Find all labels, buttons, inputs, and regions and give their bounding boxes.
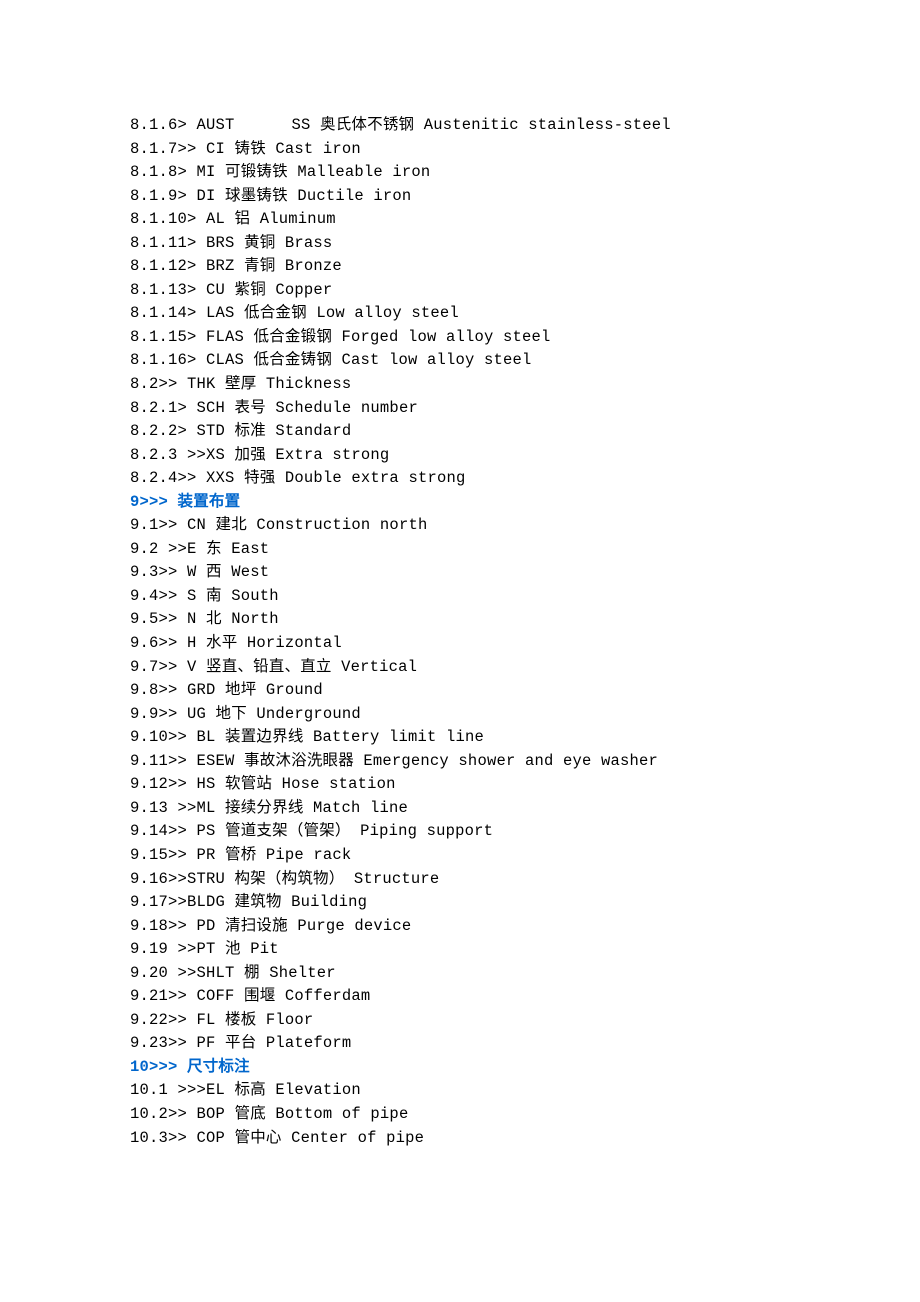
glossary-line: 9.7>> V 竖直、铅直、直立 Vertical (130, 656, 920, 680)
glossary-line: 9.6>> H 水平 Horizontal (130, 632, 920, 656)
glossary-line: 9.15>> PR 管桥 Pipe rack (130, 844, 920, 868)
glossary-line: 9.19 >>PT 池 Pit (130, 938, 920, 962)
glossary-line: 9.1>> CN 建北 Construction north (130, 514, 920, 538)
glossary-line: 8.1.14> LAS 低合金钢 Low alloy steel (130, 302, 920, 326)
glossary-line: 10.3>> COP 管中心 Center of pipe (130, 1127, 920, 1151)
glossary-line: 8.1.8> MI 可锻铸铁 Malleable iron (130, 161, 920, 185)
glossary-line: 9.11>> ESEW 事故沐浴洗眼器 Emergency shower and… (130, 750, 920, 774)
glossary-line: 8.1.10> AL 铝 Aluminum (130, 208, 920, 232)
glossary-line: 10.1 >>>EL 标高 Elevation (130, 1079, 920, 1103)
glossary-line: 8.2.3 >>XS 加强 Extra strong (130, 444, 920, 468)
glossary-line: 8.1.7>> CI 铸铁 Cast iron (130, 138, 920, 162)
glossary-line: 8.1.13> CU 紫铜 Copper (130, 279, 920, 303)
glossary-line: 9.23>> PF 平台 Plateform (130, 1032, 920, 1056)
document-page: 8.1.6> AUST SS 奥氏体不锈钢 Austenitic stainle… (0, 0, 920, 1302)
glossary-line: 9.17>>BLDG 建筑物 Building (130, 891, 920, 915)
glossary-line: 8.2.2> STD 标准 Standard (130, 420, 920, 444)
section-heading: 9>>> 装置布置 (130, 491, 920, 515)
glossary-line: 9.22>> FL 楼板 Floor (130, 1009, 920, 1033)
glossary-line: 8.1.16> CLAS 低合金铸钢 Cast low alloy steel (130, 349, 920, 373)
glossary-line: 9.12>> HS 软管站 Hose station (130, 773, 920, 797)
glossary-line: 9.2 >>E 东 East (130, 538, 920, 562)
glossary-line: 9.20 >>SHLT 棚 Shelter (130, 962, 920, 986)
glossary-line: 8.2.4>> XXS 特强 Double extra strong (130, 467, 920, 491)
glossary-line: 9.4>> S 南 South (130, 585, 920, 609)
glossary-line: 9.8>> GRD 地坪 Ground (130, 679, 920, 703)
glossary-line: 8.1.11> BRS 黄铜 Brass (130, 232, 920, 256)
glossary-line: 8.2.1> SCH 表号 Schedule number (130, 397, 920, 421)
glossary-line: 8.1.6> AUST SS 奥氏体不锈钢 Austenitic stainle… (130, 114, 920, 138)
document-content: 8.1.6> AUST SS 奥氏体不锈钢 Austenitic stainle… (130, 114, 920, 1150)
glossary-line: 9.18>> PD 清扫设施 Purge device (130, 915, 920, 939)
glossary-line: 9.9>> UG 地下 Underground (130, 703, 920, 727)
glossary-line: 9.21>> COFF 围堰 Cofferdam (130, 985, 920, 1009)
glossary-line: 9.16>>STRU 构架（构筑物） Structure (130, 868, 920, 892)
glossary-line: 8.1.9> DI 球墨铸铁 Ductile iron (130, 185, 920, 209)
glossary-line: 9.10>> BL 装置边界线 Battery limit line (130, 726, 920, 750)
glossary-line: 9.14>> PS 管道支架（管架） Piping support (130, 820, 920, 844)
section-heading: 10>>> 尺寸标注 (130, 1056, 920, 1080)
glossary-line: 9.13 >>ML 接续分界线 Match line (130, 797, 920, 821)
glossary-line: 8.1.15> FLAS 低合金锻钢 Forged low alloy stee… (130, 326, 920, 350)
glossary-line: 9.5>> N 北 North (130, 608, 920, 632)
glossary-line: 8.1.12> BRZ 青铜 Bronze (130, 255, 920, 279)
glossary-line: 8.2>> THK 壁厚 Thickness (130, 373, 920, 397)
glossary-line: 9.3>> W 西 West (130, 561, 920, 585)
glossary-line: 10.2>> BOP 管底 Bottom of pipe (130, 1103, 920, 1127)
